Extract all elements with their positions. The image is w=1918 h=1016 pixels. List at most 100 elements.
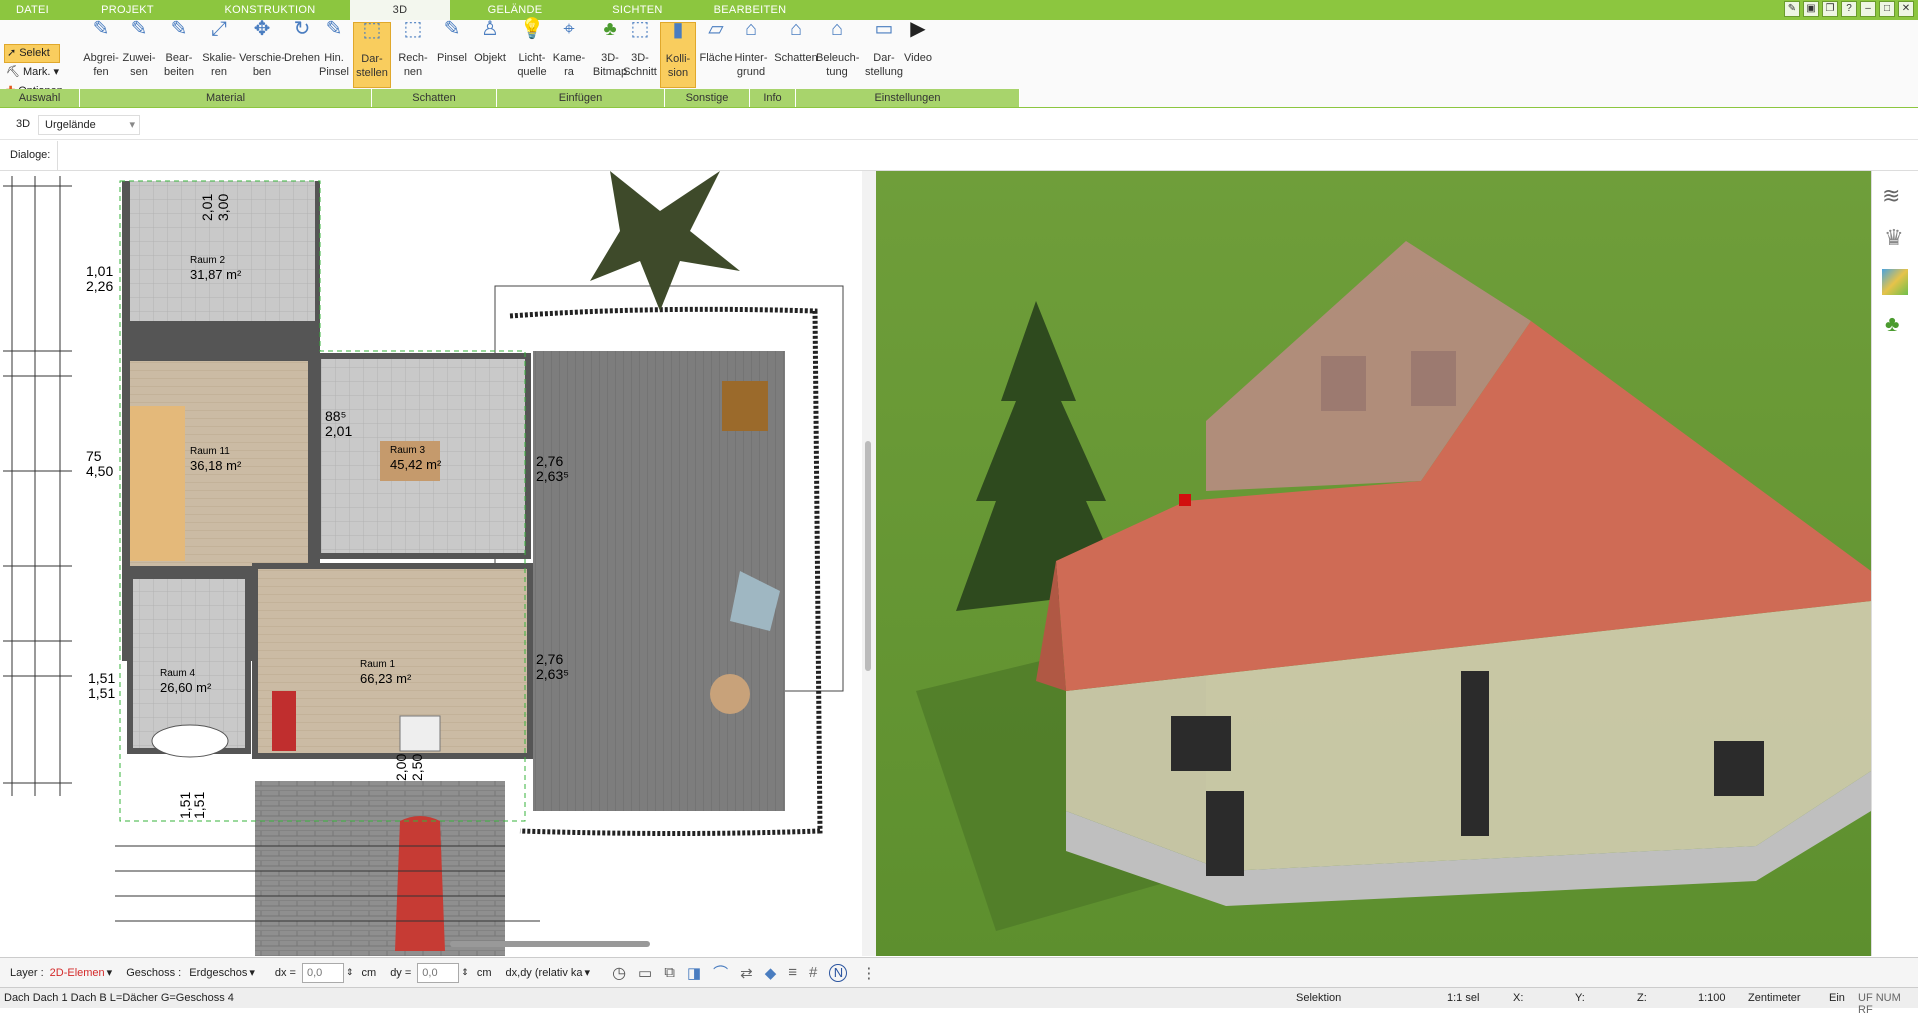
group-einfuegen: Einfügen	[497, 89, 665, 107]
draw-icon[interactable]: ⌒	[713, 962, 728, 983]
status-bar: Dach Dach 1 Dach B L=Dächer G=Geschoss 4…	[0, 987, 1918, 1016]
3d-canvas[interactable]	[876, 171, 1871, 956]
ribbon-button-17[interactable]: ⌂ Hinter-grund	[732, 18, 770, 88]
garden-table	[710, 674, 750, 714]
video-icon: ▶	[910, 18, 926, 40]
mark-button[interactable]: ⛏ Mark. ▾	[4, 63, 63, 82]
bottom-toolbar: Layer : 2D-Elemen ▾ Geschoss : Erdgescho…	[0, 957, 1918, 987]
relative-select[interactable]: dx,dy (relativ ka	[506, 967, 583, 979]
dx-input[interactable]: 0,0	[301, 962, 344, 983]
selection-handle[interactable]	[1179, 494, 1191, 506]
ribbon-button-label: Bear-	[165, 52, 193, 64]
ribbon-button-19[interactable]: ⌂ Beleuch-tung	[816, 19, 860, 88]
select-button[interactable]: ➚ Selekt	[4, 44, 60, 63]
ribbon-button-3[interactable]: ⤢ Skalie-ren	[200, 19, 238, 88]
dim-label: 75	[86, 448, 102, 464]
staircase	[130, 406, 185, 561]
view-splitter[interactable]	[862, 171, 876, 956]
ribbon-button-11[interactable]: 💡 Licht-quelle	[512, 19, 552, 88]
camera-icon: ⌖	[563, 18, 575, 40]
layer-label: Layer :	[10, 966, 44, 979]
3d-view[interactable]	[876, 171, 1871, 956]
chevron-down-icon: ▾	[584, 967, 591, 979]
display-icon: ⬚	[362, 19, 382, 41]
background-icon: ⌂	[744, 18, 758, 40]
group-info: Info	[750, 89, 796, 107]
restore-icon[interactable]: ❐	[1822, 1, 1838, 17]
ribbon-tab-bar: DATEI PROJEKT KONSTRUKTION 3D GELÄNDE SI…	[0, 0, 1918, 20]
floor-plan-canvas[interactable]: Raum 2 31,87 m² Raum 11 36,18 m² Raum 3 …	[0, 171, 862, 956]
ribbon-button-18[interactable]: ⌂ Schatten	[774, 18, 818, 88]
stepper-icon[interactable]: ⇕	[461, 967, 469, 978]
copy-icon[interactable]: ⧉	[664, 964, 675, 981]
grid-icon[interactable]: #	[809, 964, 817, 981]
ribbon-button-9[interactable]: ✎ Pinsel	[434, 19, 470, 88]
group-auswahl: Auswahl	[0, 89, 80, 107]
cursor-icon: ➚	[7, 47, 17, 59]
bathtub	[151, 724, 229, 758]
ribbon-button-8[interactable]: ⬚ Rech-nen	[394, 19, 432, 88]
ribbon-button-21[interactable]: ▶ Video	[899, 18, 937, 88]
layer-select[interactable]: 2D-Elemen	[50, 967, 105, 979]
dim-label: 2,63⁵	[536, 666, 569, 682]
terrain-select[interactable]: Urgelände ▾	[38, 115, 140, 135]
window	[1171, 716, 1231, 771]
north-icon[interactable]: N	[829, 963, 848, 982]
ribbon-button-1[interactable]: ✎ Zuwei-sen	[120, 18, 158, 88]
ribbon-button-4[interactable]: ✥ Verschie-ben	[238, 19, 286, 88]
ribbon-button-label: Beleuch-	[816, 52, 860, 64]
status-x: X:	[1513, 992, 1524, 1004]
tab-gelaende[interactable]: GELÄNDE	[450, 0, 580, 20]
dim-label: 2,76	[536, 453, 563, 469]
chair-icon[interactable]: ♛	[1884, 225, 1904, 251]
clock-icon[interactable]: ◷	[612, 963, 626, 983]
dim-label: 1,51	[88, 670, 115, 686]
ribbon-button-label: Licht-	[518, 52, 546, 64]
ribbon-button-7[interactable]: ⬚ Dar-stellen	[353, 19, 391, 88]
tab-konstruktion[interactable]: KONSTRUKTION	[190, 0, 350, 20]
layers-icon[interactable]: ◨	[687, 964, 701, 982]
pen-icon[interactable]: ✎	[1784, 1, 1800, 17]
ribbon-button-15[interactable]: ▮ Kolli-sion	[660, 20, 696, 88]
stepper-icon[interactable]: ⇕	[346, 967, 354, 978]
minimize-icon[interactable]: –	[1860, 1, 1876, 17]
tab-3d[interactable]: 3D	[350, 0, 450, 20]
maximize-icon[interactable]: □	[1879, 1, 1895, 17]
floor-plan-view[interactable]: Raum 2 31,87 m² Raum 11 36,18 m² Raum 3 …	[0, 171, 862, 956]
ribbon-button-label: stellen	[356, 67, 388, 79]
ribbon-button-0[interactable]: ✎ Abgrei-fen	[82, 19, 120, 88]
dim-label: 88⁵	[325, 408, 346, 424]
plane-icon[interactable]: ◆	[765, 964, 777, 982]
ribbon-button-14[interactable]: ⬚ 3D- Schnitt	[622, 19, 658, 88]
plant-icon[interactable]: ♣	[1885, 311, 1899, 337]
shadow-icon: ⌂	[789, 18, 803, 40]
tab-bearbeiten[interactable]: BEARBEITEN	[695, 0, 805, 20]
tab-projekt[interactable]: PROJEKT	[65, 0, 190, 20]
ribbon-button-6[interactable]: ✎ Hin. Pinsel	[316, 19, 352, 88]
layers-icon[interactable]: ≋	[1882, 183, 1900, 209]
tab-datei[interactable]: DATEI	[0, 0, 65, 20]
materials-icon[interactable]	[1882, 269, 1908, 295]
ribbon-button-label: Skalie-	[202, 52, 236, 64]
ribbon-button-16[interactable]: ▱ Fläche	[698, 19, 734, 88]
close-icon[interactable]: ✕	[1898, 1, 1914, 17]
ribbon-button-label: Fläche	[699, 52, 733, 64]
tab-sichten[interactable]: SICHTEN	[580, 0, 695, 20]
floor-select[interactable]: Erdgeschos	[189, 967, 247, 979]
monitor-icon[interactable]: ▭	[638, 964, 652, 982]
ribbon-button-2[interactable]: ✎ Bear-beiten	[160, 19, 198, 88]
stack-icon[interactable]: ≡	[788, 964, 797, 981]
vertical-scrollbar[interactable]	[865, 441, 871, 671]
help-icon[interactable]: ?	[1841, 1, 1857, 17]
window-icon[interactable]: ▣	[1803, 1, 1819, 17]
sofa	[272, 691, 296, 751]
horizontal-scrollbar[interactable]	[450, 941, 650, 947]
move-icon[interactable]: ⇄	[740, 964, 753, 982]
assign-icon: ✎	[130, 18, 148, 40]
dy-input[interactable]: 0,0	[417, 962, 460, 983]
group-schatten: Schatten	[372, 89, 497, 107]
ribbon-button-12[interactable]: ⌖ Kame-ra	[550, 18, 588, 88]
more-icon[interactable]: ⋮	[861, 964, 876, 982]
ribbon-button-10[interactable]: ♙ Objekt	[472, 19, 508, 88]
dim-label: 1,01	[86, 263, 113, 279]
